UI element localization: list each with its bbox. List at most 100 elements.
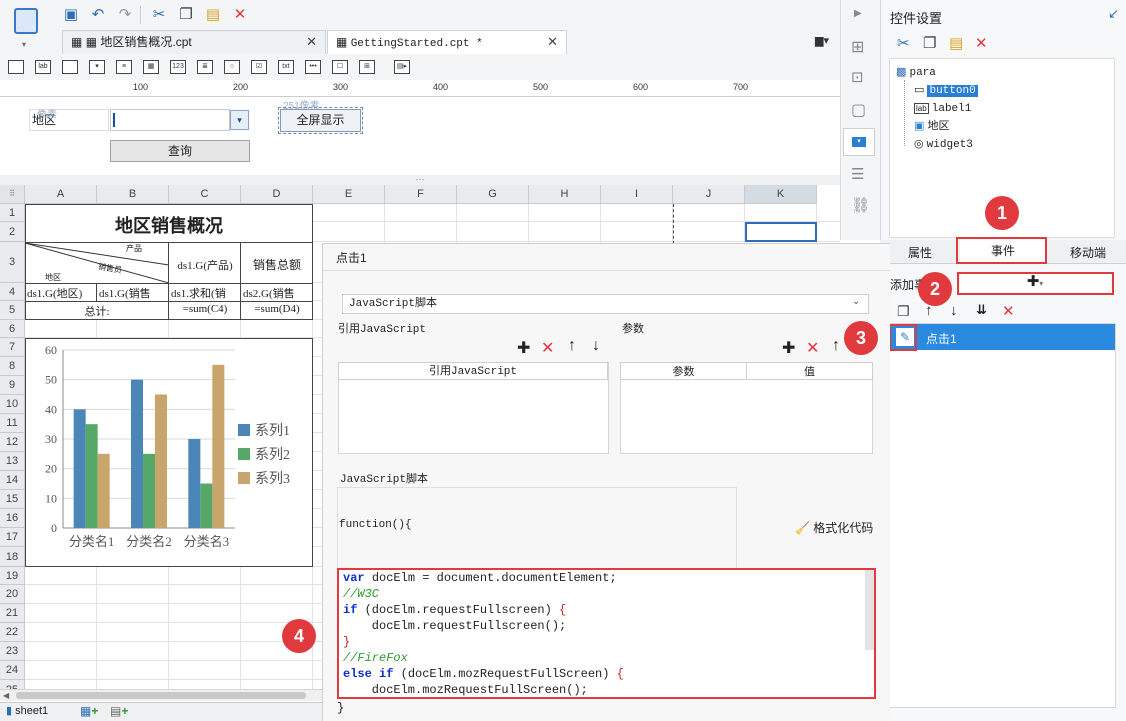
row-header[interactable]: 12 xyxy=(0,433,25,452)
move-bottom-icon[interactable]: ⇊ xyxy=(976,302,987,318)
delete-icon[interactable]: ✕ xyxy=(1002,302,1015,320)
cell-d4[interactable]: ds2.G(销售 xyxy=(243,285,313,301)
row-header[interactable]: 19 xyxy=(0,567,25,585)
combo-dropdown-icon[interactable]: ▾ xyxy=(230,110,249,130)
column-header[interactable]: B xyxy=(97,185,169,204)
tree-node-region[interactable]: ▣ 地区 xyxy=(914,118,949,134)
style-icon[interactable]: ⊡ xyxy=(851,68,864,86)
redo-icon[interactable]: ↷ xyxy=(116,6,134,24)
widget-settings-icon[interactable]: ▾ xyxy=(843,128,875,156)
report-title[interactable]: 地区销售概况 xyxy=(25,212,313,238)
row-header[interactable]: 3 xyxy=(0,242,25,283)
delete-icon[interactable]: ✕ xyxy=(975,34,988,52)
format-code-button[interactable]: 🧹 格式化代码 xyxy=(795,519,873,536)
column-header[interactable]: J xyxy=(673,185,745,204)
chevron-down-icon[interactable]: ⌄ xyxy=(852,296,860,307)
radio-widget-icon[interactable]: ○ xyxy=(224,60,240,74)
row-header[interactable]: 15 xyxy=(0,490,25,509)
save-icon[interactable]: ▣ xyxy=(62,6,80,24)
scroll-left-icon[interactable]: ◀ xyxy=(3,691,9,700)
date-widget-icon[interactable]: ▦ xyxy=(143,60,159,74)
column-header[interactable]: E xyxy=(313,185,385,204)
button-widget-icon[interactable] xyxy=(8,60,24,74)
code-scrollbar[interactable] xyxy=(865,570,874,650)
cell-c5[interactable]: =sum(C4) xyxy=(169,303,241,315)
txt-widget-icon[interactable]: txt xyxy=(278,60,294,74)
sheet-tab[interactable]: ▮ sheet1 xyxy=(6,704,48,717)
row-header[interactable]: 22 xyxy=(0,623,25,642)
add-ref-icon[interactable]: ✚ xyxy=(517,338,530,358)
cell-a4[interactable]: ds1.G(地区) xyxy=(27,285,82,301)
copy-icon[interactable]: ❐ xyxy=(897,303,910,320)
column-header[interactable]: G xyxy=(457,185,529,204)
delete-icon[interactable]: ✕ xyxy=(231,6,249,24)
tab-region-sales[interactable]: ▦ ▦ 地区销售概况.cpt ✕ xyxy=(62,30,326,54)
dock-icon[interactable]: ↙ xyxy=(1108,6,1119,22)
paste-icon[interactable]: ▤ xyxy=(204,6,222,24)
move-down-icon[interactable]: ↓ xyxy=(950,302,958,319)
scroll-thumb[interactable] xyxy=(16,692,306,699)
app-logo-icon[interactable] xyxy=(14,8,38,34)
cell-c3[interactable]: ds1.G(产品) xyxy=(169,257,241,273)
cell-b4[interactable]: ds1.G(销售 xyxy=(99,285,169,301)
row-header[interactable]: 21 xyxy=(0,604,25,623)
close-tab-icon[interactable]: ✕ xyxy=(547,31,558,53)
add-param-icon[interactable]: ✚ xyxy=(782,338,795,358)
copy-icon[interactable]: ❐ xyxy=(177,6,195,24)
checkbox-widget-icon[interactable]: ☑ xyxy=(251,60,267,74)
cut-icon[interactable]: ✂ xyxy=(897,34,910,52)
column-header[interactable]: A xyxy=(25,185,97,204)
row-header[interactable]: 6 xyxy=(0,320,25,338)
hyperlink-icon[interactable]: ⛓ xyxy=(851,196,870,214)
more-widget-icon[interactable]: ▤▸ xyxy=(394,60,410,74)
frame-icon[interactable]: ▢ xyxy=(851,100,866,120)
textarea-widget-icon[interactable]: ≣ xyxy=(197,60,213,74)
copy-icon[interactable]: ❐ xyxy=(923,34,936,52)
password-widget-icon[interactable]: ••• xyxy=(305,60,321,74)
event-type-select[interactable]: JavaScript脚本 xyxy=(342,294,869,314)
row-header[interactable]: 11 xyxy=(0,414,25,433)
row-header[interactable]: 24 xyxy=(0,661,25,680)
cut-icon[interactable]: ✂ xyxy=(150,6,168,24)
remove-param-icon[interactable]: ✕ xyxy=(806,338,819,358)
row-header[interactable]: 2 xyxy=(0,222,25,242)
pane-resize-handle[interactable]: ··· xyxy=(0,175,840,185)
param-up-icon[interactable]: ↑ xyxy=(832,337,840,355)
tab-properties[interactable]: 属性 xyxy=(890,244,950,261)
event-item[interactable]: ✎ 点击1 xyxy=(890,324,1115,350)
row-header[interactable]: 5 xyxy=(0,301,25,320)
fullscreen-button[interactable]: 全屏显示 xyxy=(278,107,363,134)
row-header[interactable]: 4 xyxy=(0,283,25,301)
tab-list-icon[interactable]: ▆▾ xyxy=(815,34,829,47)
row-header[interactable]: 23 xyxy=(0,642,25,661)
column-header[interactable]: I xyxy=(601,185,673,204)
paste-icon[interactable]: ▤ xyxy=(949,34,963,52)
cell-d5[interactable]: =sum(D4) xyxy=(241,303,313,315)
column-header[interactable]: D xyxy=(241,185,313,204)
selected-cell-k2[interactable] xyxy=(745,222,817,242)
query-button[interactable]: 查询 xyxy=(110,140,250,162)
row-header[interactable]: 8 xyxy=(0,357,25,376)
tree-node-button0[interactable]: ▭ button0 xyxy=(914,82,978,98)
row-header[interactable]: 13 xyxy=(0,452,25,471)
combo-widget-icon[interactable]: ▾ xyxy=(89,60,105,74)
label-widget-icon[interactable]: lab xyxy=(35,60,51,74)
list-widget-icon[interactable]: ≡ xyxy=(116,60,132,74)
horizontal-scrollbar[interactable]: ◀ xyxy=(0,689,322,701)
tree-node-label1[interactable]: lab label1 xyxy=(914,100,971,116)
add-poly-sheet-icon[interactable]: ▤+ xyxy=(110,704,128,718)
checkbox-group-widget-icon[interactable]: ☐ xyxy=(332,60,348,74)
ref-down-icon[interactable]: ↓ xyxy=(592,337,600,355)
code-editor[interactable]: var docElm = document.documentElement; /… xyxy=(337,568,876,699)
column-header[interactable]: H xyxy=(529,185,601,204)
collapse-arrow-icon[interactable]: ▶ xyxy=(854,8,862,19)
text-field-widget-icon[interactable] xyxy=(62,60,78,74)
tree-node-widget3[interactable]: ◎ widget3 xyxy=(914,136,973,152)
tab-mobile[interactable]: 移动端 xyxy=(1058,244,1118,261)
row-header[interactable]: 18 xyxy=(0,547,25,567)
cell-a5[interactable]: 总计: xyxy=(25,303,169,319)
cell-c4[interactable]: ds1.求和(销 xyxy=(171,285,241,301)
close-tab-icon[interactable]: ✕ xyxy=(306,31,317,53)
row-header[interactable]: 14 xyxy=(0,471,25,490)
tree-node-para[interactable]: ▩ para xyxy=(896,64,936,80)
